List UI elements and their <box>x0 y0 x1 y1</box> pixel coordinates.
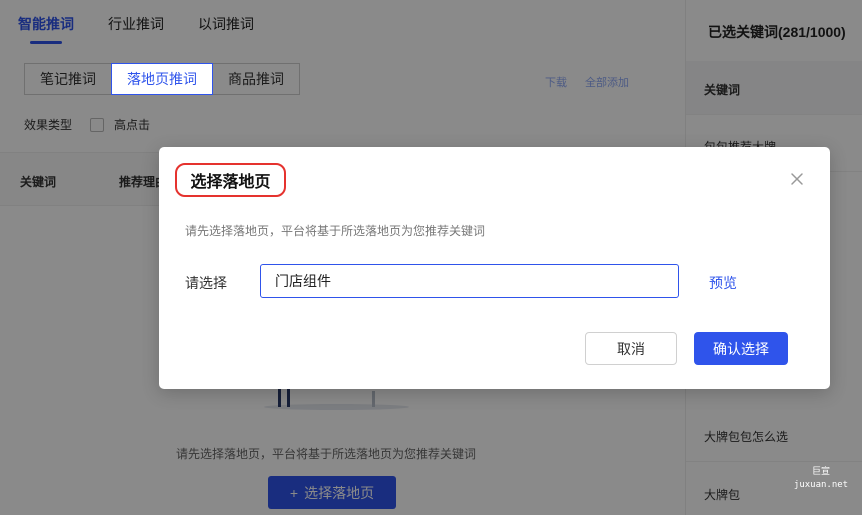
dialog-title: 选择落地页 <box>175 163 286 197</box>
confirm-selection-button[interactable]: 确认选择 <box>694 332 788 365</box>
dialog-description: 请先选择落地页，平台将基于所选落地页为您推荐关键词 <box>185 224 486 238</box>
landing-page-select[interactable]: 门店组件 <box>260 264 679 298</box>
preview-link[interactable]: 预览 <box>709 273 737 293</box>
watermark: 巨宣 juxuan.net <box>791 466 851 492</box>
select-landing-page-dialog: 选择落地页 请先选择落地页，平台将基于所选落地页为您推荐关键词 请选择 门店组件… <box>159 147 830 389</box>
watermark-url: juxuan.net <box>793 480 849 490</box>
selected-value: 门店组件 <box>275 273 331 289</box>
cancel-button[interactable]: 取消 <box>585 332 677 365</box>
close-icon[interactable] <box>788 170 806 188</box>
segment-landing-page[interactable]: 落地页推词 <box>111 63 213 95</box>
select-field-label: 请选择 <box>185 275 227 291</box>
watermark-brand: 巨宣 <box>811 467 830 477</box>
